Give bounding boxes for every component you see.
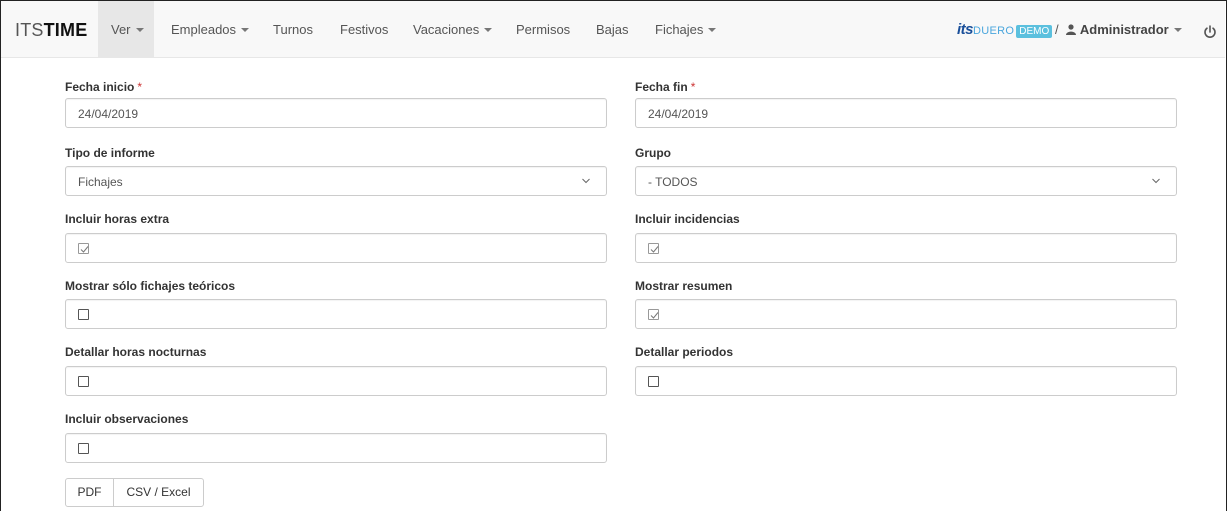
nav-item-ver[interactable]: Ver: [98, 1, 154, 58]
caret-down-icon: [1173, 27, 1182, 32]
top-navbar: ITSTIME Ver Empleados Turnos Festivos Va…: [1, 1, 1225, 58]
select-value: - TODOS: [648, 175, 698, 189]
nav-item-label: Empleados: [171, 22, 237, 37]
tipo-informe-select[interactable]: Fichajes: [65, 166, 607, 196]
nav-item-label: Fichajes: [655, 22, 704, 37]
mostrar-solo-teoricos-field: [65, 299, 607, 329]
incluir-observaciones-label: Incluir observaciones: [65, 412, 189, 426]
nav-item-vacaciones[interactable]: Vacaciones: [413, 1, 493, 58]
caret-down-icon: [135, 27, 144, 32]
mostrar-solo-teoricos-checkbox[interactable]: [78, 309, 89, 320]
input-value: 24/04/2019: [648, 107, 709, 121]
nav-item-label: Permisos: [516, 22, 571, 37]
detallar-horas-nocturnas-checkbox[interactable]: [78, 376, 89, 387]
nav-item-fichajes[interactable]: Fichajes: [655, 1, 717, 58]
fecha-inicio-input[interactable]: 24/04/2019: [65, 98, 607, 128]
nav-item-permisos[interactable]: Permisos: [516, 1, 570, 58]
incluir-incidencias-field: [635, 233, 1177, 263]
logo-its-text: its: [957, 21, 974, 38]
demo-badge: DEMO: [1016, 25, 1053, 38]
detallar-periodos-field: [635, 366, 1177, 396]
detallar-periodos-checkbox[interactable]: [648, 376, 659, 387]
incluir-observaciones-checkbox[interactable]: [78, 443, 89, 454]
mostrar-resumen-checkbox[interactable]: [648, 309, 659, 320]
mostrar-resumen-field: [635, 299, 1177, 329]
fecha-fin-label: Fecha fin *: [635, 80, 695, 94]
caret-down-icon: [241, 27, 250, 32]
required-mark: *: [137, 80, 143, 94]
fecha-inicio-label: Fecha inicio *: [65, 80, 142, 94]
incluir-horas-extra-checkbox[interactable]: [78, 243, 89, 254]
detallar-horas-nocturnas-field: [65, 366, 607, 396]
nav-item-label: Ver: [111, 22, 131, 37]
chevron-down-icon: [582, 178, 590, 184]
incluir-horas-extra-label: Incluir horas extra: [65, 212, 170, 226]
separator: /: [1055, 22, 1059, 37]
company-logo: itsDUERO DEMO: [957, 1, 1053, 58]
checkmark-icon: [650, 312, 659, 319]
user-name: Administrador: [1079, 22, 1169, 37]
tipo-informe-label: Tipo de informe: [65, 146, 155, 160]
nav-item-festivos[interactable]: Festivos: [340, 1, 388, 58]
brand-bold-text: TIME: [43, 20, 88, 40]
label-text: Fecha fin: [635, 80, 688, 94]
nav-item-label: Turnos: [273, 22, 313, 37]
caret-down-icon: [708, 27, 717, 32]
user-icon: [1066, 22, 1077, 37]
select-value: Fichajes: [78, 175, 123, 189]
incluir-incidencias-checkbox[interactable]: [648, 243, 659, 254]
detallar-periodos-label: Detallar periodos: [635, 345, 734, 359]
nav-item-label: Vacaciones: [413, 22, 480, 37]
power-icon[interactable]: [1203, 25, 1217, 39]
label-text: Fecha inicio: [65, 80, 135, 94]
nav-item-turnos[interactable]: Turnos: [273, 1, 313, 58]
caret-down-icon: [484, 27, 493, 32]
grupo-label: Grupo: [635, 146, 671, 160]
mostrar-solo-teoricos-label: Mostrar sólo fichajes teóricos: [65, 279, 236, 293]
incluir-observaciones-field: [65, 433, 607, 463]
brand-light-text: ITS: [15, 20, 44, 40]
user-menu[interactable]: / Administrador: [1051, 1, 1182, 58]
checkmark-icon: [80, 246, 89, 253]
incluir-horas-extra-field: [65, 233, 607, 263]
brand-logo[interactable]: ITSTIME: [15, 20, 87, 41]
mostrar-resumen-label: Mostrar resumen: [635, 279, 733, 293]
pdf-button[interactable]: PDF: [65, 478, 114, 507]
required-mark: *: [690, 80, 696, 94]
nav-item-label: Festivos: [340, 22, 389, 37]
grupo-select[interactable]: - TODOS: [635, 166, 1177, 196]
checkmark-icon: [650, 246, 659, 253]
incluir-incidencias-label: Incluir incidencias: [635, 212, 740, 226]
nav-item-empleados[interactable]: Empleados: [171, 1, 250, 58]
fecha-fin-input[interactable]: 24/04/2019: [635, 98, 1177, 128]
nav-item-bajas[interactable]: Bajas: [596, 1, 629, 58]
logo-duero-text: DUERO: [973, 25, 1015, 37]
nav-item-label: Bajas: [596, 22, 629, 37]
csv-excel-button[interactable]: CSV / Excel: [113, 478, 204, 507]
input-value: 24/04/2019: [78, 107, 139, 121]
chevron-down-icon: [1152, 178, 1160, 184]
detallar-horas-nocturnas-label: Detallar horas nocturnas: [65, 345, 207, 359]
